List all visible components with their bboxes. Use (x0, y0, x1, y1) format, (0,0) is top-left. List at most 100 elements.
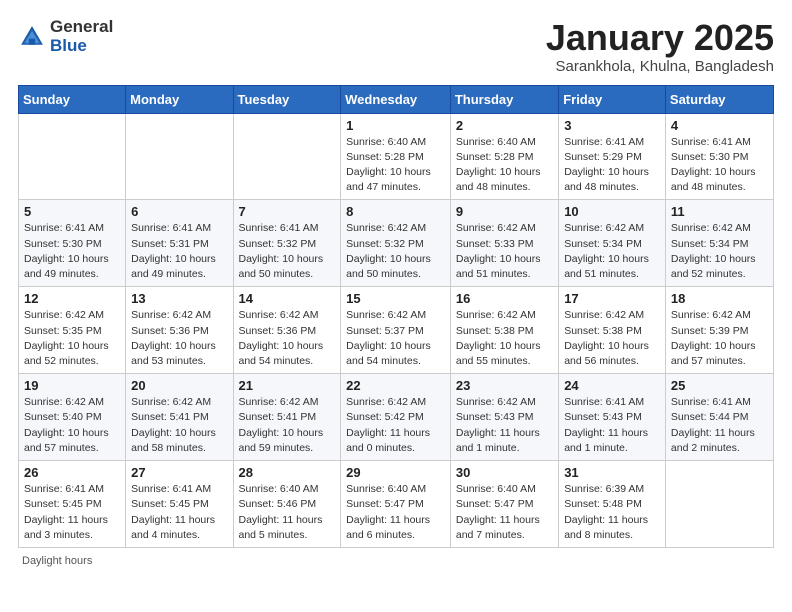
day-info: Sunrise: 6:41 AM Sunset: 5:32 PM Dayligh… (239, 221, 336, 282)
day-number: 31 (564, 465, 660, 480)
day-info: Sunrise: 6:41 AM Sunset: 5:30 PM Dayligh… (671, 135, 768, 196)
logo-blue: Blue (50, 37, 113, 56)
weekday-header-tuesday: Tuesday (233, 85, 341, 113)
day-number: 20 (131, 378, 227, 393)
calendar-cell: 30Sunrise: 6:40 AM Sunset: 5:47 PM Dayli… (450, 461, 558, 548)
day-number: 24 (564, 378, 660, 393)
calendar-cell: 7 Sunrise: 6:41 AM Sunset: 5:32 PM Daylig… (233, 200, 341, 287)
weekday-header-saturday: Saturday (665, 85, 773, 113)
calendar-cell: 31 Sunrise: 6:39 AM Sunset: 5:48 PM Dayli… (559, 461, 666, 548)
calendar-cell: 8Sunrise: 6:42 AM Sunset: 5:32 PM Daylig… (341, 200, 451, 287)
daylight-label: Daylight hours (22, 555, 92, 567)
weekday-header-row: SundayMondayTuesdayWednesdayThursdayFrid… (19, 85, 774, 113)
calendar-cell: 5 Sunrise: 6:41 AM Sunset: 5:30 PM Daylig… (19, 200, 126, 287)
day-number: 10 (564, 204, 660, 219)
day-number: 6 (131, 204, 227, 219)
day-number: 1 (346, 118, 445, 133)
calendar-cell: 1 Sunrise: 6:40 AM Sunset: 5:28 PM Daylig… (341, 113, 451, 200)
day-number: 27 (131, 465, 227, 480)
day-info: Sunrise: 6:39 AM Sunset: 5:48 PM Dayligh… (564, 482, 660, 543)
calendar-cell (126, 113, 233, 200)
calendar-cell: 11 Sunrise: 6:42 AM Sunset: 5:34 PM Dayli… (665, 200, 773, 287)
day-info: Sunrise: 6:40 AM Sunset: 5:28 PM Dayligh… (456, 135, 553, 196)
day-info: Sunrise: 6:42 AM Sunset: 5:41 PM Dayligh… (131, 395, 227, 456)
day-number: 9 (456, 204, 553, 219)
calendar-cell: 27Sunrise: 6:41 AM Sunset: 5:45 PM Dayli… (126, 461, 233, 548)
calendar-cell: 13Sunrise: 6:42 AM Sunset: 5:36 PM Dayli… (126, 287, 233, 374)
calendar-cell: 17Sunrise: 6:42 AM Sunset: 5:38 PM Dayli… (559, 287, 666, 374)
day-number: 11 (671, 204, 768, 219)
day-number: 14 (239, 291, 336, 306)
day-number: 26 (24, 465, 120, 480)
day-number: 2 (456, 118, 553, 133)
calendar-cell: 6 Sunrise: 6:41 AM Sunset: 5:31 PM Daylig… (126, 200, 233, 287)
day-info: Sunrise: 6:42 AM Sunset: 5:35 PM Dayligh… (24, 308, 120, 369)
calendar-cell: 25Sunrise: 6:41 AM Sunset: 5:44 PM Dayli… (665, 374, 773, 461)
calendar-cell: 12 Sunrise: 6:42 AM Sunset: 5:35 PM Dayli… (19, 287, 126, 374)
calendar-week-row: 26 Sunrise: 6:41 AM Sunset: 5:45 PM Dayli… (19, 461, 774, 548)
calendar-cell: 20 Sunrise: 6:42 AM Sunset: 5:41 PM Dayli… (126, 374, 233, 461)
day-info: Sunrise: 6:41 AM Sunset: 5:30 PM Dayligh… (24, 221, 120, 282)
calendar-cell: 23 Sunrise: 6:42 AM Sunset: 5:43 PM Dayli… (450, 374, 558, 461)
day-info: Sunrise: 6:41 AM Sunset: 5:43 PM Dayligh… (564, 395, 660, 456)
day-number: 7 (239, 204, 336, 219)
day-info: Sunrise: 6:42 AM Sunset: 5:41 PM Dayligh… (239, 395, 336, 456)
calendar-cell: 9 Sunrise: 6:42 AM Sunset: 5:33 PM Daylig… (450, 200, 558, 287)
calendar-table: SundayMondayTuesdayWednesdayThursdayFrid… (18, 85, 774, 548)
calendar-cell: 4 Sunrise: 6:41 AM Sunset: 5:30 PM Daylig… (665, 113, 773, 200)
day-info: Sunrise: 6:42 AM Sunset: 5:34 PM Dayligh… (564, 221, 660, 282)
day-info: Sunrise: 6:41 AM Sunset: 5:45 PM Dayligh… (24, 482, 120, 543)
day-info: Sunrise: 6:42 AM Sunset: 5:38 PM Dayligh… (564, 308, 660, 369)
day-number: 21 (239, 378, 336, 393)
calendar-week-row: 5 Sunrise: 6:41 AM Sunset: 5:30 PM Daylig… (19, 200, 774, 287)
calendar-cell: 3Sunrise: 6:41 AM Sunset: 5:29 PM Daylig… (559, 113, 666, 200)
day-number: 3 (564, 118, 660, 133)
day-info: Sunrise: 6:42 AM Sunset: 5:32 PM Dayligh… (346, 221, 445, 282)
calendar-cell: 14Sunrise: 6:42 AM Sunset: 5:36 PM Dayli… (233, 287, 341, 374)
day-number: 30 (456, 465, 553, 480)
day-info: Sunrise: 6:42 AM Sunset: 5:33 PM Dayligh… (456, 221, 553, 282)
day-number: 4 (671, 118, 768, 133)
day-info: Sunrise: 6:42 AM Sunset: 5:37 PM Dayligh… (346, 308, 445, 369)
calendar-cell: 29Sunrise: 6:40 AM Sunset: 5:47 PM Dayli… (341, 461, 451, 548)
month-title: January 2025 (546, 18, 774, 58)
calendar-cell: 16 Sunrise: 6:42 AM Sunset: 5:38 PM Dayli… (450, 287, 558, 374)
day-info: Sunrise: 6:42 AM Sunset: 5:38 PM Dayligh… (456, 308, 553, 369)
day-info: Sunrise: 6:42 AM Sunset: 5:39 PM Dayligh… (671, 308, 768, 369)
calendar-cell (233, 113, 341, 200)
title-block: January 2025 Sarankhola, Khulna, Banglad… (546, 18, 774, 75)
calendar-cell: 22Sunrise: 6:42 AM Sunset: 5:42 PM Dayli… (341, 374, 451, 461)
calendar-cell (665, 461, 773, 548)
day-number: 5 (24, 204, 120, 219)
day-info: Sunrise: 6:42 AM Sunset: 5:40 PM Dayligh… (24, 395, 120, 456)
day-info: Sunrise: 6:42 AM Sunset: 5:36 PM Dayligh… (131, 308, 227, 369)
day-info: Sunrise: 6:41 AM Sunset: 5:44 PM Dayligh… (671, 395, 768, 456)
day-info: Sunrise: 6:40 AM Sunset: 5:28 PM Dayligh… (346, 135, 445, 196)
day-number: 16 (456, 291, 553, 306)
weekday-header-wednesday: Wednesday (341, 85, 451, 113)
calendar-week-row: 19 Sunrise: 6:42 AM Sunset: 5:40 PM Dayli… (19, 374, 774, 461)
calendar-week-row: 12 Sunrise: 6:42 AM Sunset: 5:35 PM Dayli… (19, 287, 774, 374)
logo-icon (18, 23, 46, 51)
day-info: Sunrise: 6:42 AM Sunset: 5:34 PM Dayligh… (671, 221, 768, 282)
day-info: Sunrise: 6:40 AM Sunset: 5:46 PM Dayligh… (239, 482, 336, 543)
day-number: 28 (239, 465, 336, 480)
day-number: 15 (346, 291, 445, 306)
calendar-cell: 15 Sunrise: 6:42 AM Sunset: 5:37 PM Dayli… (341, 287, 451, 374)
calendar-week-row: 1 Sunrise: 6:40 AM Sunset: 5:28 PM Daylig… (19, 113, 774, 200)
weekday-header-monday: Monday (126, 85, 233, 113)
calendar-cell (19, 113, 126, 200)
calendar-cell: 21 Sunrise: 6:42 AM Sunset: 5:41 PM Dayli… (233, 374, 341, 461)
footer: Daylight hours (18, 555, 774, 567)
day-number: 19 (24, 378, 120, 393)
day-info: Sunrise: 6:42 AM Sunset: 5:43 PM Dayligh… (456, 395, 553, 456)
header: General Blue January 2025 Sarankhola, Kh… (18, 18, 774, 75)
day-number: 12 (24, 291, 120, 306)
calendar-cell: 28 Sunrise: 6:40 AM Sunset: 5:46 PM Dayli… (233, 461, 341, 548)
weekday-header-friday: Friday (559, 85, 666, 113)
day-number: 23 (456, 378, 553, 393)
logo: General Blue (18, 18, 113, 55)
page: General Blue January 2025 Sarankhola, Kh… (0, 0, 792, 612)
day-info: Sunrise: 6:41 AM Sunset: 5:31 PM Dayligh… (131, 221, 227, 282)
calendar-cell: 2 Sunrise: 6:40 AM Sunset: 5:28 PM Daylig… (450, 113, 558, 200)
